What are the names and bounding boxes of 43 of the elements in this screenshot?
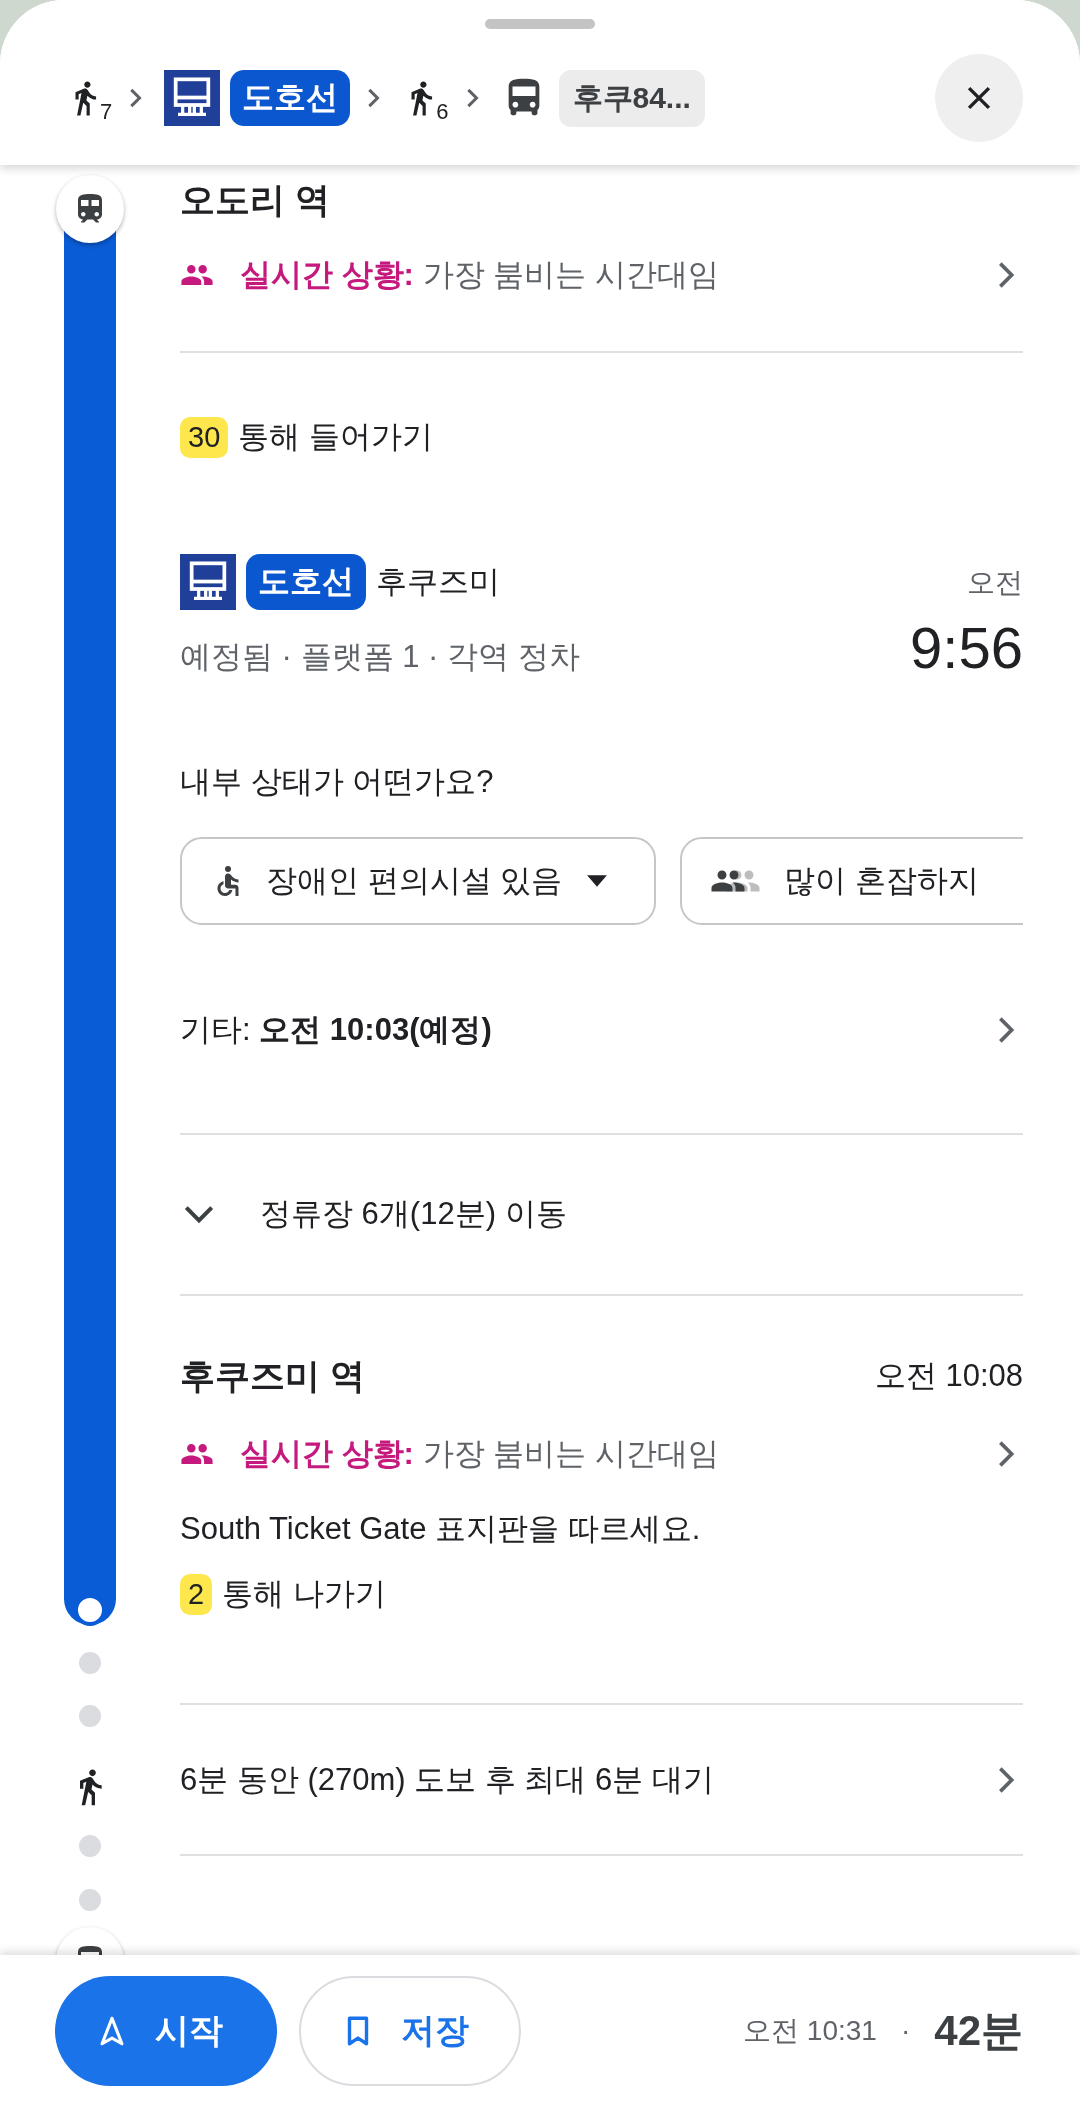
station-name: 오도리 역 <box>180 179 331 221</box>
question-text: 내부 상태가 어떤가요? <box>180 763 495 801</box>
live-status-text: 실시간 상황: 가장 붐비는 시간대임 <box>240 1435 720 1473</box>
line-badge: 도호선 <box>230 70 351 126</box>
walk-minutes: 6 <box>436 99 449 125</box>
destination-text: 후쿠즈미 <box>376 563 500 601</box>
bus-line-chip: 후쿠84... <box>558 69 705 127</box>
train-icon <box>180 554 236 610</box>
station-name: 후쿠즈미 역 <box>180 1355 366 1397</box>
walk-row[interactable]: 6분 동안 (270m) 도보 후 최대 6분 대기 <box>180 1755 1023 1805</box>
instruction-text: South Ticket Gate 표지판을 따르세요. <box>180 1510 702 1548</box>
feedback-chip[interactable]: 장애인 편의시설 있음 <box>180 837 657 925</box>
live-status-text: 실시간 상황: 가장 붐비는 시간대임 <box>240 256 720 294</box>
other-departures-text: 기타: 오전 10:03(예정) <box>180 1011 493 1049</box>
save-button[interactable]: 저장 <box>299 1976 521 2086</box>
time-period: 오전 <box>967 566 1023 600</box>
arrival-time: 오전 10:08 <box>874 1357 1023 1395</box>
walk-text: 6분 동안 (270m) 도보 후 최대 6분 대기 <box>180 1761 715 1799</box>
path-dot <box>79 1652 101 1674</box>
drag-handle[interactable] <box>485 19 595 29</box>
path-dot <box>79 1705 101 1727</box>
live-status-row[interactable]: 실시간 상황: 가장 붐비는 시간대임 <box>180 245 1023 305</box>
exit-number: 2 <box>180 1573 213 1615</box>
path-dot <box>79 1889 101 1911</box>
exit-number: 30 <box>180 416 229 458</box>
stops-toggle[interactable]: 정류장 6개(12분) 이동 <box>180 1189 1023 1239</box>
other-departures-row[interactable]: 기타: 오전 10:03(예정) <box>180 1005 1023 1055</box>
stops-text: 정류장 6개(12분) 이동 <box>260 1195 567 1233</box>
trip-duration: 42분 <box>934 2006 1023 2056</box>
separator-dot: · <box>900 2015 911 2047</box>
line-badge: 도호선 <box>246 554 366 610</box>
path-dot <box>79 1835 101 1857</box>
departure-time: 9:56 <box>910 614 1023 682</box>
start-button[interactable]: 시작 <box>55 1976 277 2086</box>
walk-minutes: 7 <box>100 99 113 125</box>
train-station-icon <box>56 175 124 243</box>
live-status-row[interactable]: 실시간 상황: 가장 붐비는 시간대임 <box>180 1429 1023 1479</box>
feedback-chip[interactable]: 많이 혼잡하지 <box>680 837 1023 925</box>
ride-details: 예정됨 · 플랫폼 1 · 각역 정차 <box>180 638 581 676</box>
train-icon <box>164 70 221 126</box>
arrival-time: 오전 10:31 <box>743 2014 877 2048</box>
exit-text: 통해 나가기 <box>222 1575 386 1613</box>
entrance-text: 통해 들어가기 <box>238 418 433 456</box>
